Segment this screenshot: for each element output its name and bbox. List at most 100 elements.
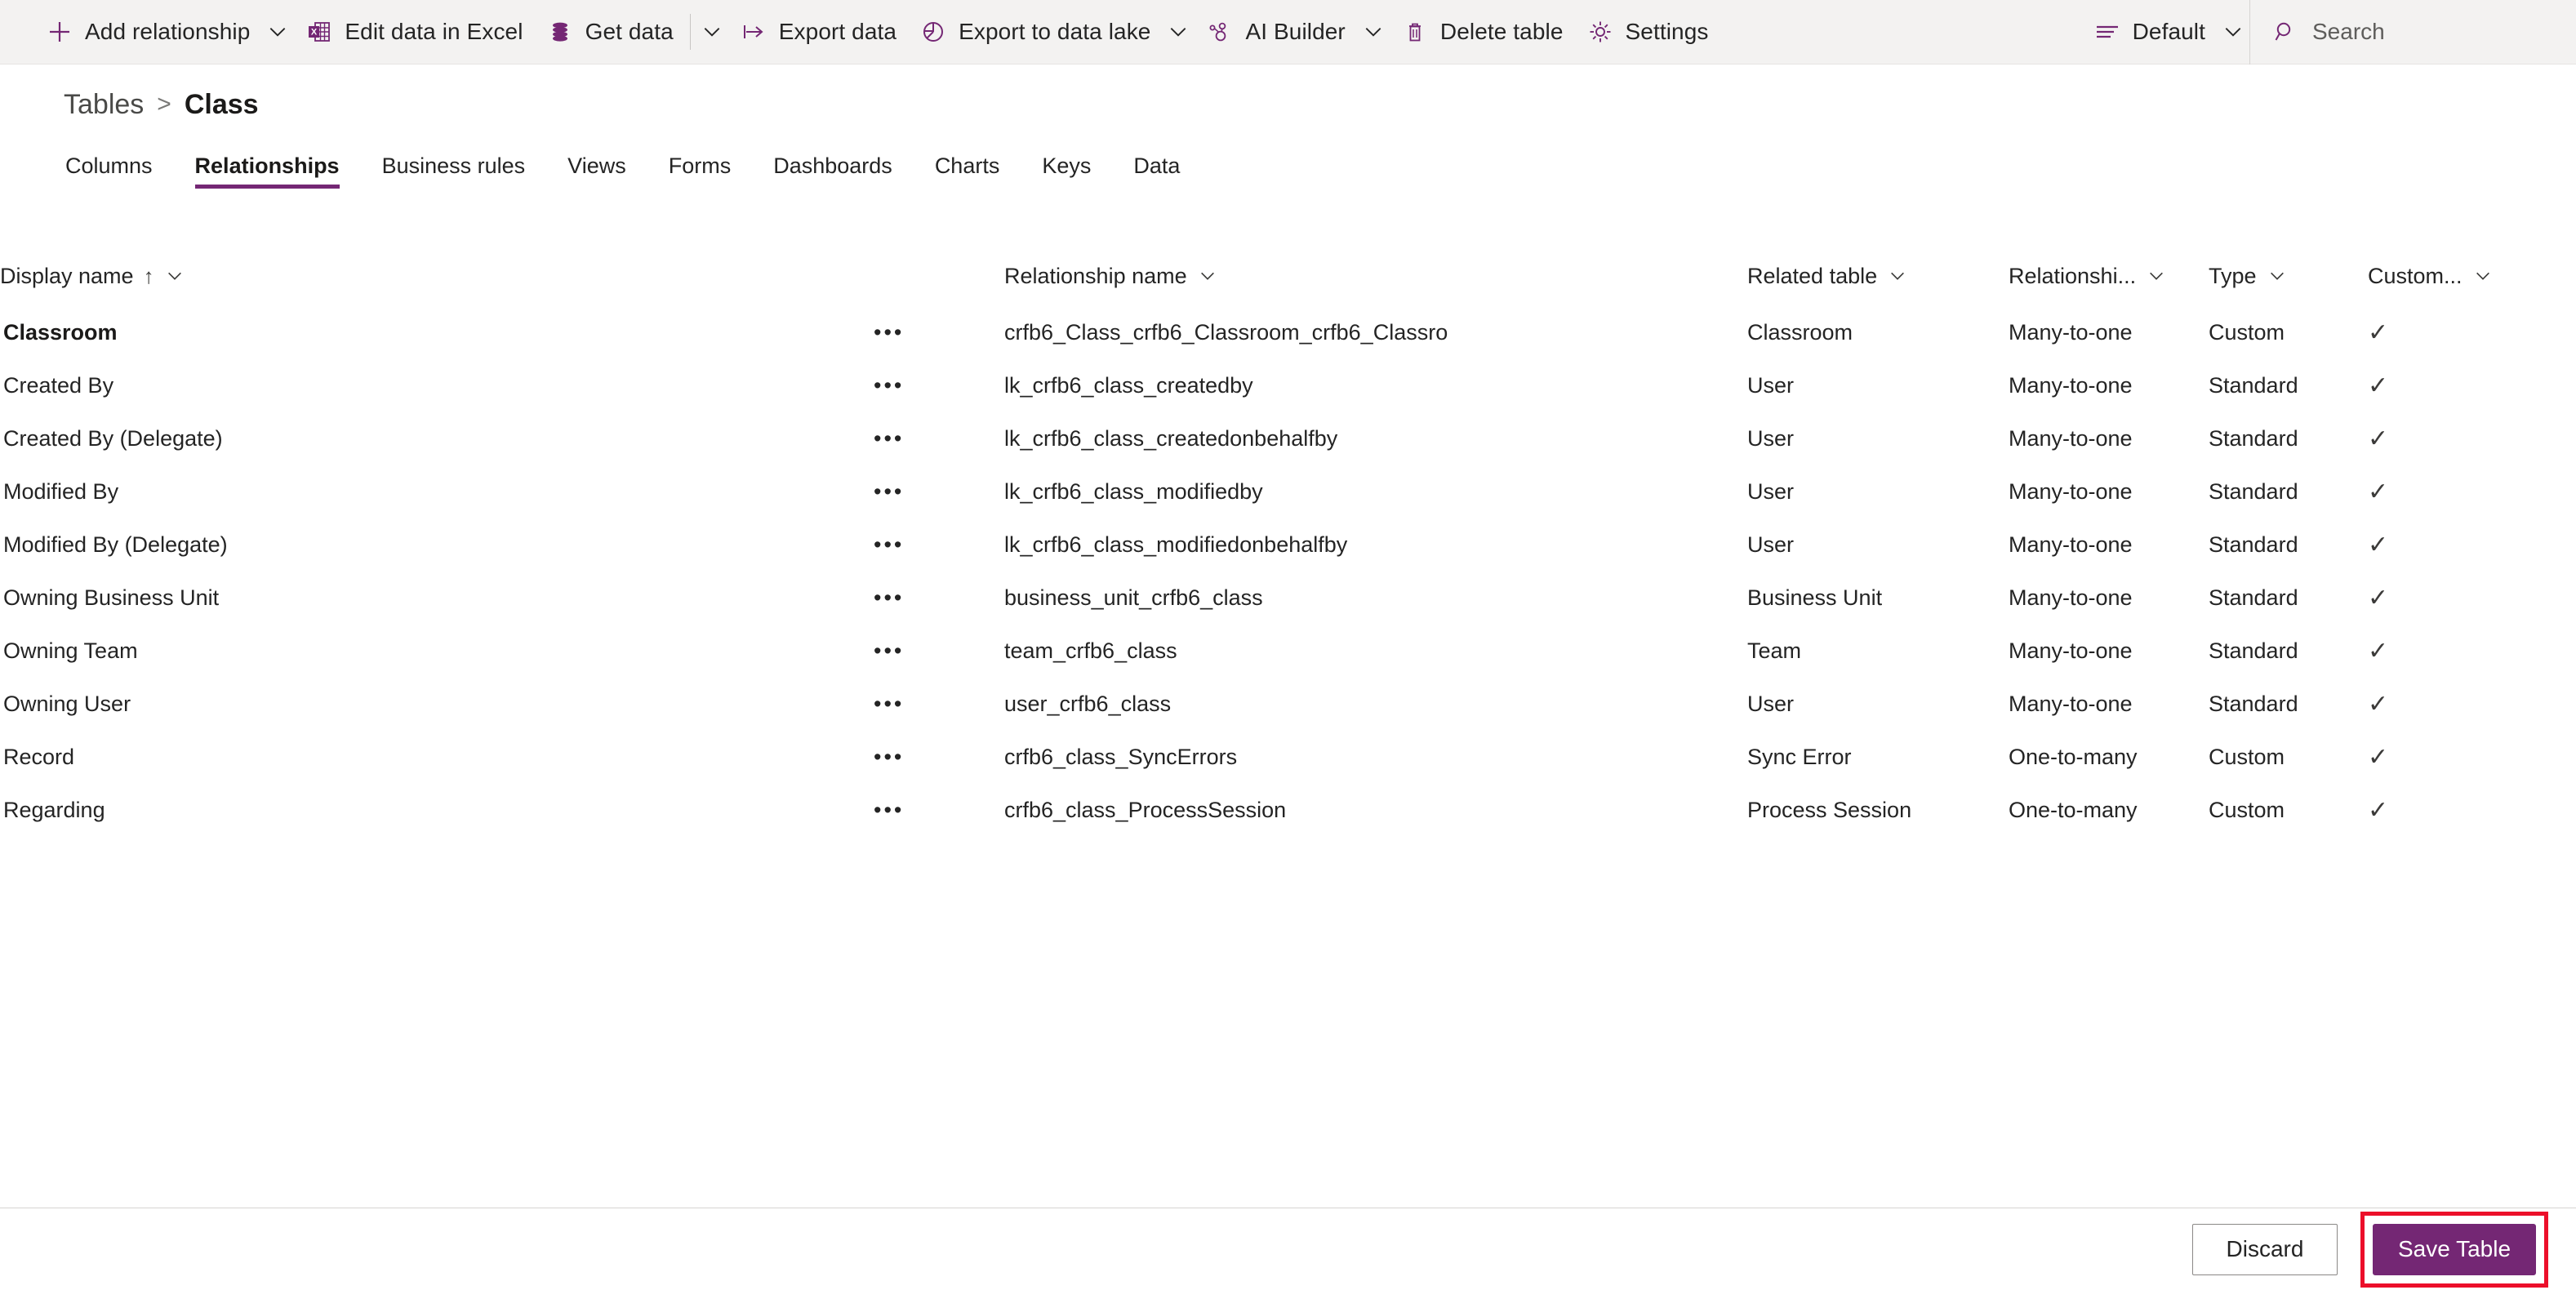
tab-business-rules[interactable]: Business rules [382, 153, 526, 189]
cell-type: Custom [2209, 320, 2285, 345]
save-table-button[interactable]: Save Table [2373, 1223, 2536, 1275]
datalake-pie-icon [919, 18, 947, 46]
relationship-name-chevron-down-icon[interactable] [1199, 267, 1217, 285]
table-row[interactable]: Owning Team ••• team_crfb6_class Team Ma… [0, 625, 2576, 678]
breadcrumb-tables-link[interactable]: Tables [64, 89, 144, 121]
ai-builder-button[interactable]: AI Builder [1195, 7, 1356, 57]
settings-button[interactable]: Settings [1575, 7, 1720, 57]
cell-type: Standard [2209, 426, 2298, 451]
edit-data-in-excel-button[interactable]: X Edit data in Excel [294, 7, 534, 57]
view-selector-chevron-down-icon[interactable] [2217, 7, 2249, 57]
column-header-related-table[interactable]: Related table [1747, 246, 2009, 306]
relationship-type-chevron-down-icon[interactable] [2147, 267, 2165, 285]
row-menu-button[interactable]: ••• [874, 731, 1004, 784]
cell-relationship-name: crfb6_class_ProcessSession [1004, 798, 1287, 822]
row-menu-button[interactable]: ••• [874, 572, 1004, 625]
cell-customizable: ✓ [2368, 359, 2576, 412]
cell-display-name[interactable]: Classroom [0, 306, 874, 359]
cell-display-name[interactable]: Owning Business Unit [0, 572, 874, 625]
tab-keys[interactable]: Keys [1042, 153, 1091, 189]
get-data-button[interactable]: Get data [535, 7, 685, 57]
cell-display-name[interactable]: Owning Team [0, 625, 874, 678]
tab-data[interactable]: Data [1133, 153, 1180, 189]
cell-customizable: ✓ [2368, 412, 2576, 465]
table-row[interactable]: Modified By (Delegate) ••• lk_crfb6_clas… [0, 518, 2576, 572]
column-header-type[interactable]: Type [2209, 246, 2368, 306]
table-row[interactable]: Record ••• crfb6_class_SyncErrors Sync E… [0, 731, 2576, 784]
table-row[interactable]: Created By ••• lk_crfb6_class_createdby … [0, 359, 2576, 412]
cell-display-name[interactable]: Regarding [0, 784, 874, 837]
check-icon: ✓ [2368, 744, 2389, 771]
table-row[interactable]: Owning User ••• user_crfb6_class User Ma… [0, 678, 2576, 731]
tab-views-label: Views [567, 153, 626, 178]
export-to-data-lake-button[interactable]: Export to data lake [908, 7, 1162, 57]
cell-display-name[interactable]: Created By (Delegate) [0, 412, 874, 465]
check-icon: ✓ [2368, 319, 2389, 346]
cell-display-name[interactable]: Record [0, 731, 874, 784]
tab-forms-label: Forms [668, 153, 732, 178]
breadcrumb: Tables > Class [0, 64, 2576, 123]
export-icon [740, 18, 767, 46]
table-row[interactable]: Classroom ••• crfb6_Class_crfb6_Classroo… [0, 306, 2576, 359]
view-selector-button[interactable]: Default [2082, 7, 2217, 57]
cell-display-name[interactable]: Modified By [0, 465, 874, 518]
tab-dashboards[interactable]: Dashboards [773, 153, 892, 189]
get-data-chevron-down-icon[interactable] [696, 7, 728, 57]
tab-charts[interactable]: Charts [935, 153, 1000, 189]
cell-display-name[interactable]: Owning User [0, 678, 874, 731]
add-relationship-button[interactable]: Add relationship [34, 7, 261, 57]
cell-display-name[interactable]: Modified By (Delegate) [0, 518, 874, 572]
column-header-relationship-name-label: Relationship name [1004, 263, 1187, 288]
cell-customizable: ✓ [2368, 625, 2576, 678]
tab-relationships[interactable]: Relationships [194, 153, 340, 189]
export-to-data-lake-chevron-down-icon[interactable] [1162, 7, 1195, 57]
row-menu-button[interactable]: ••• [874, 784, 1004, 837]
row-menu-button[interactable]: ••• [874, 678, 1004, 731]
column-header-relationship-name[interactable]: Relationship name [1004, 246, 1747, 306]
check-icon: ✓ [2368, 638, 2389, 665]
row-menu-button[interactable]: ••• [874, 625, 1004, 678]
column-header-relationship-type-label: Relationshi... [2009, 263, 2137, 288]
column-header-relationship-type[interactable]: Relationshi... [2009, 246, 2209, 306]
ai-builder-chevron-down-icon[interactable] [1357, 7, 1390, 57]
related-table-chevron-down-icon[interactable] [1889, 267, 1906, 285]
add-relationship-chevron-down-icon[interactable] [261, 7, 294, 57]
discard-button[interactable]: Discard [2192, 1223, 2338, 1275]
ellipsis-icon: ••• [874, 532, 905, 557]
cell-relationship-name: user_crfb6_class [1004, 692, 1172, 716]
cell-relationship-name: lk_crfb6_class_createdonbehalfby [1004, 426, 1338, 451]
cell-customizable: ✓ [2368, 572, 2576, 625]
save-table-highlight-box: Save Table [2360, 1211, 2548, 1288]
table-row[interactable]: Owning Business Unit ••• business_unit_c… [0, 572, 2576, 625]
tab-data-label: Data [1133, 153, 1181, 178]
tab-views[interactable]: Views [567, 153, 626, 189]
cell-display-name[interactable]: Created By [0, 359, 874, 412]
tab-columns[interactable]: Columns [65, 153, 153, 189]
type-chevron-down-icon[interactable] [2268, 267, 2286, 285]
cell-relationship-type: Many-to-one [2009, 585, 2133, 610]
delete-table-button[interactable]: Delete table [1390, 7, 1575, 57]
row-menu-button[interactable]: ••• [874, 306, 1004, 359]
column-header-display-name[interactable]: Display name ↑ [0, 246, 874, 306]
table-row[interactable]: Created By (Delegate) ••• lk_crfb6_class… [0, 412, 2576, 465]
row-menu-button[interactable]: ••• [874, 359, 1004, 412]
table-row[interactable]: Modified By ••• lk_crfb6_class_modifiedb… [0, 465, 2576, 518]
row-menu-button[interactable]: ••• [874, 465, 1004, 518]
excel-icon: X [305, 18, 333, 46]
search-box[interactable]: Search [2249, 0, 2576, 64]
cell-relationship-name: lk_crfb6_class_modifiedby [1004, 479, 1263, 504]
search-input[interactable]: Search [2312, 19, 2385, 45]
cell-customizable: ✓ [2368, 465, 2576, 518]
row-menu-button[interactable]: ••• [874, 412, 1004, 465]
table-row[interactable]: Regarding ••• crfb6_class_ProcessSession… [0, 784, 2576, 837]
column-header-customizable[interactable]: Custom... [2368, 246, 2576, 306]
tab-dashboards-label: Dashboards [773, 153, 892, 178]
export-data-button[interactable]: Export data [728, 7, 908, 57]
row-menu-button[interactable]: ••• [874, 518, 1004, 572]
display-name-chevron-down-icon[interactable] [166, 267, 184, 285]
ai-builder-icon [1206, 18, 1234, 46]
cell-type: Standard [2209, 692, 2298, 716]
ai-builder-label: AI Builder [1245, 19, 1346, 44]
tab-forms[interactable]: Forms [669, 153, 732, 189]
customizable-chevron-down-icon[interactable] [2474, 267, 2492, 285]
